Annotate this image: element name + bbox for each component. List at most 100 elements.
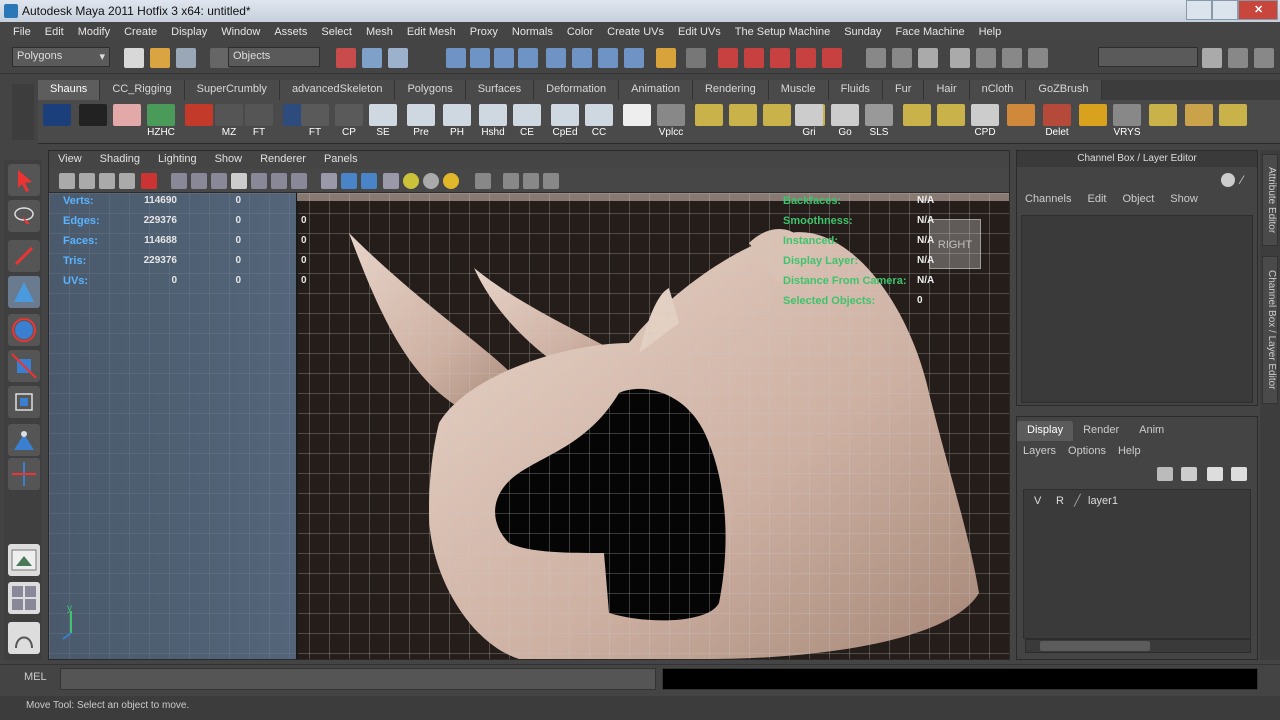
shelf-button[interactable] [728,104,758,142]
wireframe-icon[interactable] [321,173,337,189]
shelf-tab-fur[interactable]: Fur [882,80,925,100]
shelf-button[interactable]: CpEd [550,104,580,142]
channel-box-body[interactable] [1021,215,1253,403]
channel-box-menu-edit[interactable]: Edit [1079,191,1114,209]
selection-mode-icon[interactable] [210,48,230,68]
channel-box-menu-show[interactable]: Show [1162,191,1206,209]
new-layer-selected-icon[interactable] [1181,467,1197,481]
select-by-name-icon[interactable] [918,48,938,68]
snap-point-icon[interactable] [494,48,514,68]
four-pane-layout-icon[interactable] [8,582,40,614]
panel-layout-icon[interactable] [950,48,970,68]
shelf-tab-animation[interactable]: Animation [619,80,693,100]
render-view-icon[interactable] [822,48,842,68]
tab-channel-box-layer-editor[interactable]: Channel Box / Layer Editor [1262,256,1278,404]
shelf-button[interactable] [112,104,142,142]
tab-attribute-editor[interactable]: Attribute Editor [1262,154,1278,246]
tool-settings-toggle-icon[interactable] [1254,48,1274,68]
channel-box-pick-icon[interactable]: ⁄ [1241,173,1255,187]
layer-menu-options[interactable]: Options [1062,443,1112,461]
shelf-button[interactable] [42,104,72,142]
layer-color-swatch-icon[interactable]: ╱ [1074,494,1081,507]
menu-window[interactable]: Window [214,26,267,38]
smooth-shade-icon[interactable] [341,173,357,189]
maximize-button[interactable] [1212,0,1238,20]
xray-icon[interactable] [503,173,519,189]
shelf-button[interactable] [184,104,214,142]
shelf-button[interactable]: Pre [406,104,436,142]
menu-edit-mesh[interactable]: Edit Mesh [400,26,463,38]
menu-help[interactable]: Help [972,26,1009,38]
menu-color[interactable]: Color [560,26,600,38]
shelf-button[interactable]: FT [300,104,330,142]
scale-tool-icon[interactable] [8,350,40,382]
shelf-menu-icon[interactable] [12,84,34,140]
menu-display[interactable]: Display [164,26,214,38]
image-plane-icon[interactable] [119,173,135,189]
resolution-gate-icon[interactable] [211,173,227,189]
menu-face-machine[interactable]: Face Machine [889,26,972,38]
default-lighting-icon[interactable] [403,173,419,189]
tab-anim[interactable]: Anim [1129,421,1174,441]
menu-file[interactable]: File [6,26,38,38]
shelf-button[interactable]: VRYS [1112,104,1142,142]
soft-mod-tool-icon[interactable] [8,424,40,456]
shelf-button[interactable] [1218,104,1248,142]
shelf-tab-supercrumbly[interactable]: SuperCrumbly [184,80,280,100]
shelf-button[interactable]: CP [334,104,364,142]
shelf-tab-surfaces[interactable]: Surfaces [465,80,535,100]
menu-normals[interactable]: Normals [505,26,560,38]
viewport-menu-renderer[interactable]: Renderer [251,151,315,169]
shelf-button[interactable]: MZ [214,104,244,142]
shelf-button[interactable] [1148,104,1178,142]
viewport-menu-show[interactable]: Show [206,151,252,169]
menu-proxy[interactable]: Proxy [463,26,505,38]
shelf-button[interactable]: CE [512,104,542,142]
shelf-tab-deformation[interactable]: Deformation [534,80,620,100]
lock-icon[interactable] [656,48,676,68]
render-settings-icon[interactable] [770,48,790,68]
question-icon[interactable] [624,48,644,68]
rotate-tool-icon[interactable] [8,314,40,346]
menu-select[interactable]: Select [314,26,359,38]
channel-box-menu-channels[interactable]: Channels [1017,191,1079,209]
mel-input[interactable] [60,668,656,690]
layer-list-scrollbar[interactable] [1025,639,1251,653]
component-select-icon[interactable] [388,48,408,68]
select-tool-icon[interactable] [8,164,40,196]
shelf-button[interactable] [762,104,792,142]
rename-icon[interactable] [892,48,912,68]
menu-assets[interactable]: Assets [267,26,314,38]
snap-curve-icon[interactable] [470,48,490,68]
shelf-button[interactable]: Gri [794,104,824,142]
layer-menu-help[interactable]: Help [1112,443,1147,461]
viewport-menu-view[interactable]: View [49,151,91,169]
ipr-render-icon[interactable] [744,48,764,68]
camera-select-icon[interactable] [59,173,75,189]
paint-select-tool-icon[interactable] [8,240,40,272]
shelf-button[interactable]: SLS [864,104,894,142]
outliner-layout-icon[interactable] [8,622,40,654]
safe-action-icon[interactable] [271,173,287,189]
scrollbar-thumb[interactable] [1040,641,1150,651]
single-pane-layout-icon[interactable] [8,544,40,576]
shelf-tab-fluids[interactable]: Fluids [828,80,883,100]
menu-set-dropdown[interactable]: Polygons ▾ [12,47,110,67]
snap-surface-icon[interactable] [546,48,566,68]
shelf-button[interactable] [694,104,724,142]
shelf-button[interactable] [1184,104,1214,142]
menu-sunday[interactable]: Sunday [837,26,888,38]
io-icon[interactable] [598,48,618,68]
layer-reference-toggle[interactable]: R [1056,495,1064,507]
shelf-button[interactable]: CPD [970,104,1000,142]
xray-joints-icon[interactable] [523,173,539,189]
move-tool-icon[interactable] [8,276,40,308]
shelf-tab-muscle[interactable]: Muscle [768,80,829,100]
hypershade-icon[interactable] [796,48,816,68]
shelf-button[interactable] [936,104,966,142]
save-scene-icon[interactable] [176,48,196,68]
viewport-menu-lighting[interactable]: Lighting [149,151,206,169]
shelf-button[interactable]: CC [584,104,614,142]
toggle-panel-2-icon[interactable] [1002,48,1022,68]
snap-grid-icon[interactable] [446,48,466,68]
